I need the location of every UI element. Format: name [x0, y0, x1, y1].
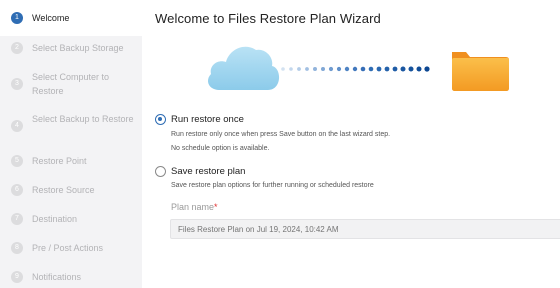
step-label: Restore Source — [32, 185, 95, 195]
step-label: Notifications — [32, 272, 82, 282]
run-once-label[interactable]: Run restore once — [171, 114, 244, 125]
step-label: Select Backup Storage — [32, 43, 124, 53]
transfer-dots — [281, 66, 430, 72]
step-number-badge: 6 — [11, 184, 23, 196]
step-label: Select Computer to Restore — [32, 72, 110, 96]
save-plan-radio[interactable] — [155, 166, 166, 177]
step-number-badge: 8 — [11, 242, 23, 254]
cloud-icon — [208, 46, 280, 90]
step-label: Welcome — [32, 13, 70, 23]
page-title: Welcome to Files Restore Plan Wizard — [155, 11, 381, 26]
required-mark: * — [214, 202, 218, 212]
step-label: Restore Point — [32, 156, 87, 166]
restore-illustration — [200, 38, 520, 98]
step-number-badge: 5 — [11, 155, 23, 167]
sidebar-step-welcome[interactable]: 1 Welcome — [0, 0, 142, 36]
save-plan-description: Save restore plan options for further ru… — [171, 182, 374, 189]
plan-name-label-text: Plan name — [171, 202, 215, 212]
illustration-svg — [208, 46, 509, 91]
step-label: Destination — [32, 214, 78, 224]
wizard-sidebar: 1 Welcome 2 Select Backup Storage 3 Sele… — [0, 0, 142, 288]
step-number-badge: 4 — [11, 120, 23, 132]
run-once-radio[interactable] — [155, 114, 166, 125]
step-number-badge: 1 — [11, 12, 23, 24]
step-label: Select Backup to Restore — [32, 114, 134, 124]
step-number-badge: 7 — [11, 213, 23, 225]
folder-icon — [452, 52, 509, 91]
save-plan-label[interactable]: Save restore plan — [171, 166, 245, 177]
step-number-badge: 2 — [11, 42, 23, 54]
step-number-badge: 9 — [11, 271, 23, 283]
step-label: Pre / Post Actions — [32, 243, 104, 253]
plan-name-input[interactable] — [170, 219, 560, 239]
plan-name-label: Plan name* — [171, 202, 218, 212]
step-number-badge: 3 — [11, 78, 23, 90]
run-once-note: No schedule option is available. — [171, 145, 270, 152]
run-once-description: Run restore only once when press Save bu… — [171, 131, 391, 138]
